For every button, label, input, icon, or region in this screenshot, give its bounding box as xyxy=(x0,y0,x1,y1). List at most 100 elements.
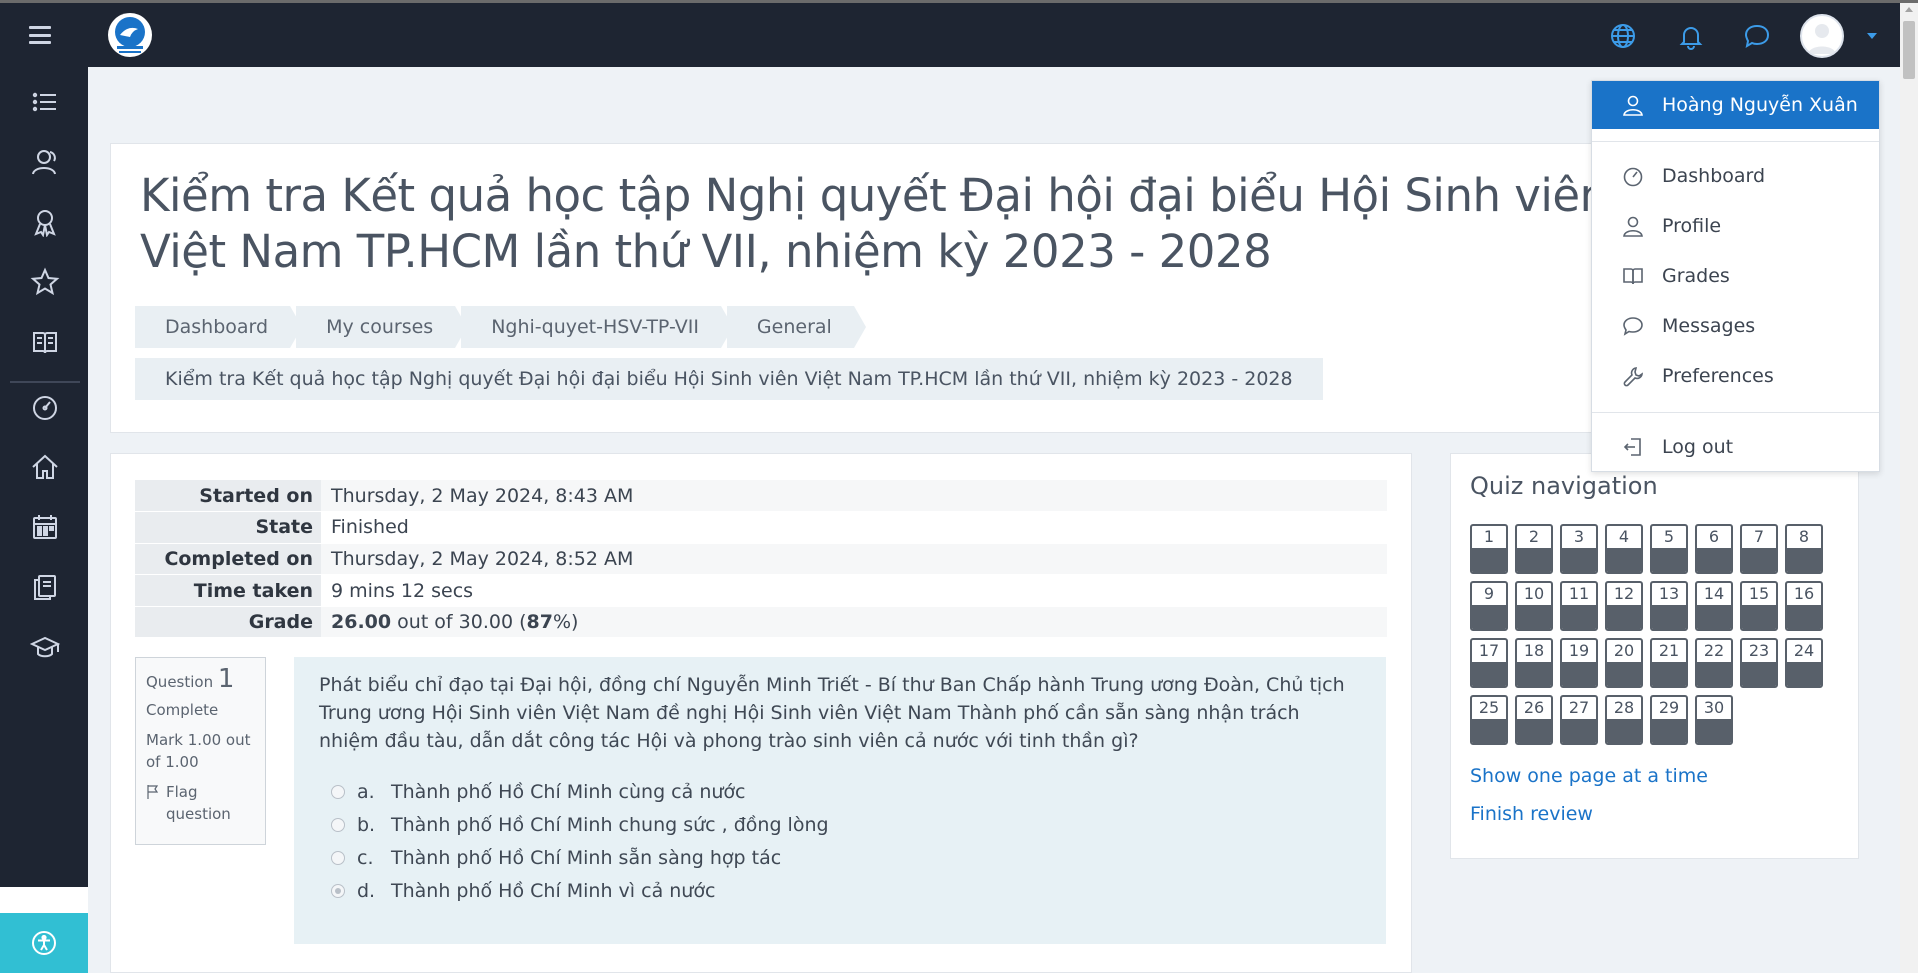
menu-item-logout[interactable]: Log out xyxy=(1592,427,1879,467)
quiz-nav-question-button[interactable]: 4 xyxy=(1605,524,1643,574)
quiz-nav-question-button[interactable]: 14 xyxy=(1695,581,1733,631)
dashboard-speedometer-icon[interactable] xyxy=(30,392,60,422)
quiz-nav-question-number: 14 xyxy=(1703,584,1725,603)
quiz-nav-question-number: 20 xyxy=(1613,641,1635,660)
quiz-nav-question-button[interactable]: 20 xyxy=(1605,638,1643,688)
quiz-nav-question-button[interactable]: 17 xyxy=(1470,638,1508,688)
answer-text: Thành phố Hồ Chí Minh cùng cả nước xyxy=(391,780,746,803)
breadcrumb-current-quiz[interactable]: Kiểm tra Kết quả học tập Nghị quyết Đại … xyxy=(135,358,1323,400)
quiz-nav-question-button[interactable]: 15 xyxy=(1740,581,1778,631)
quiz-nav-question-button[interactable]: 26 xyxy=(1515,695,1553,745)
participants-icon[interactable] xyxy=(30,147,60,177)
quiz-nav-question-button[interactable]: 2 xyxy=(1515,524,1553,574)
menu-item-preferences[interactable]: Preferences xyxy=(1592,356,1879,396)
quiz-nav-question-button[interactable]: 9 xyxy=(1470,581,1508,631)
quiz-nav-question-button[interactable]: 1 xyxy=(1470,524,1508,574)
answer-radio-d[interactable] xyxy=(331,883,345,898)
page-scrollbar[interactable] xyxy=(1900,3,1918,973)
notification-bell-icon[interactable] xyxy=(1675,20,1707,52)
menu-toggle-icon[interactable] xyxy=(26,23,54,47)
question-content: Phát biểu chỉ đạo tại Đại hội, đồng chí … xyxy=(294,657,1386,944)
quiz-nav-question-number: 12 xyxy=(1613,584,1635,603)
scroll-up-arrow-icon[interactable] xyxy=(1905,7,1913,12)
list-icon[interactable] xyxy=(30,87,60,117)
user-menu-header[interactable]: Hoàng Nguyễn Xuân xyxy=(1592,81,1879,129)
my-courses-graduation-cap-icon[interactable] xyxy=(29,632,61,662)
menu-item-grades[interactable]: Grades xyxy=(1592,256,1879,296)
quiz-nav-question-button[interactable]: 5 xyxy=(1650,524,1688,574)
answer-option-d[interactable]: d. Thành phố Hồ Chí Minh vì cả nước xyxy=(319,874,1361,907)
messages-icon[interactable] xyxy=(1741,20,1773,52)
quiz-nav-question-number: 22 xyxy=(1703,641,1725,660)
quiz-nav-question-button[interactable]: 19 xyxy=(1560,638,1598,688)
show-one-page-link[interactable]: Show one page at a time xyxy=(1470,765,1708,787)
quiz-nav-question-button[interactable]: 22 xyxy=(1695,638,1733,688)
breadcrumb-general[interactable]: General xyxy=(726,306,866,348)
quiz-nav-question-button[interactable]: 28 xyxy=(1605,695,1643,745)
quiz-navigation-grid: 1 2 3 4 5 6 7 8 9 10 11 12 13 14 15 16 17 18 19 20 21 22 23 24 2… xyxy=(1470,524,1850,752)
answer-radio-c[interactable] xyxy=(331,850,345,865)
quiz-nav-question-button[interactable]: 29 xyxy=(1650,695,1688,745)
question-answered-indicator xyxy=(1652,662,1686,686)
grades-book-icon[interactable] xyxy=(30,327,60,357)
menu-item-dashboard[interactable]: Dashboard xyxy=(1592,156,1879,196)
answer-option-c[interactable]: c. Thành phố Hồ Chí Minh sẵn sàng hợp tá… xyxy=(319,841,1361,874)
quiz-nav-question-number: 6 xyxy=(1708,527,1720,546)
home-icon[interactable] xyxy=(30,452,60,482)
calendar-icon[interactable] xyxy=(30,512,60,542)
quiz-nav-question-button[interactable]: 7 xyxy=(1740,524,1778,574)
breadcrumb-course[interactable]: Nghi-quyet-HSV-TP-VII xyxy=(461,306,733,348)
question-answered-indicator xyxy=(1652,548,1686,572)
grade-value: 26.00 out of 30.00 (87%) xyxy=(321,606,1387,639)
quiz-nav-question-button[interactable]: 21 xyxy=(1650,638,1688,688)
accessibility-button[interactable] xyxy=(0,913,88,973)
quiz-nav-question-number: 15 xyxy=(1748,584,1770,603)
quiz-nav-question-button[interactable]: 11 xyxy=(1560,581,1598,631)
quiz-navigation-title: Quiz navigation xyxy=(1470,472,1658,500)
quiz-nav-question-button[interactable]: 12 xyxy=(1605,581,1643,631)
answer-option-b[interactable]: b. Thành phố Hồ Chí Minh chung sức , đồn… xyxy=(319,808,1361,841)
completed-on-value: Thursday, 2 May 2024, 8:52 AM xyxy=(321,543,1387,576)
question-answered-indicator xyxy=(1517,605,1551,629)
menu-item-profile[interactable]: Profile xyxy=(1592,206,1879,246)
quiz-nav-question-button[interactable]: 6 xyxy=(1695,524,1733,574)
question-answered-indicator xyxy=(1697,719,1731,743)
quiz-nav-question-button[interactable]: 24 xyxy=(1785,638,1823,688)
breadcrumb-my-courses[interactable]: My courses xyxy=(296,306,468,348)
quiz-nav-question-number: 23 xyxy=(1748,641,1770,660)
quiz-nav-question-button[interactable]: 27 xyxy=(1560,695,1598,745)
private-files-icon[interactable] xyxy=(30,572,60,602)
quiz-nav-question-number: 10 xyxy=(1523,584,1545,603)
finish-review-link[interactable]: Finish review xyxy=(1470,803,1593,825)
user-icon xyxy=(1623,95,1643,116)
user-avatar[interactable] xyxy=(1800,14,1844,58)
quiz-nav-question-button[interactable]: 8 xyxy=(1785,524,1823,574)
scroll-thumb[interactable] xyxy=(1903,21,1915,79)
quiz-nav-question-button[interactable]: 30 xyxy=(1695,695,1733,745)
started-on-value: Thursday, 2 May 2024, 8:43 AM xyxy=(321,480,1387,513)
quiz-nav-question-button[interactable]: 25 xyxy=(1470,695,1508,745)
answer-radio-b[interactable] xyxy=(331,817,345,832)
badges-icon[interactable] xyxy=(30,207,60,238)
answer-option-a[interactable]: a. Thành phố Hồ Chí Minh cùng cả nước xyxy=(319,775,1361,808)
language-globe-icon[interactable] xyxy=(1607,20,1639,52)
quiz-nav-question-number: 26 xyxy=(1523,698,1545,717)
breadcrumb: Dashboard My courses Nghi-quyet-HSV-TP-V… xyxy=(135,306,866,348)
flag-question-link[interactable]: Flag question xyxy=(146,781,255,825)
quiz-nav-question-button[interactable]: 3 xyxy=(1560,524,1598,574)
quiz-nav-question-button[interactable]: 16 xyxy=(1785,581,1823,631)
quiz-nav-question-number: 16 xyxy=(1793,584,1815,603)
quiz-nav-question-button[interactable]: 23 xyxy=(1740,638,1778,688)
state-value: Finished xyxy=(321,511,1387,544)
quiz-nav-question-number: 1 xyxy=(1483,527,1495,546)
competencies-star-icon[interactable] xyxy=(30,267,60,297)
menu-item-messages[interactable]: Messages xyxy=(1592,306,1879,346)
answer-radio-a[interactable] xyxy=(331,784,345,799)
breadcrumb-dashboard[interactable]: Dashboard xyxy=(135,306,303,348)
quiz-nav-question-button[interactable]: 10 xyxy=(1515,581,1553,631)
state-label: State xyxy=(135,511,321,544)
quiz-nav-question-button[interactable]: 13 xyxy=(1650,581,1688,631)
user-menu-caret-icon[interactable] xyxy=(1867,33,1877,39)
site-logo[interactable] xyxy=(108,13,152,57)
quiz-nav-question-button[interactable]: 18 xyxy=(1515,638,1553,688)
